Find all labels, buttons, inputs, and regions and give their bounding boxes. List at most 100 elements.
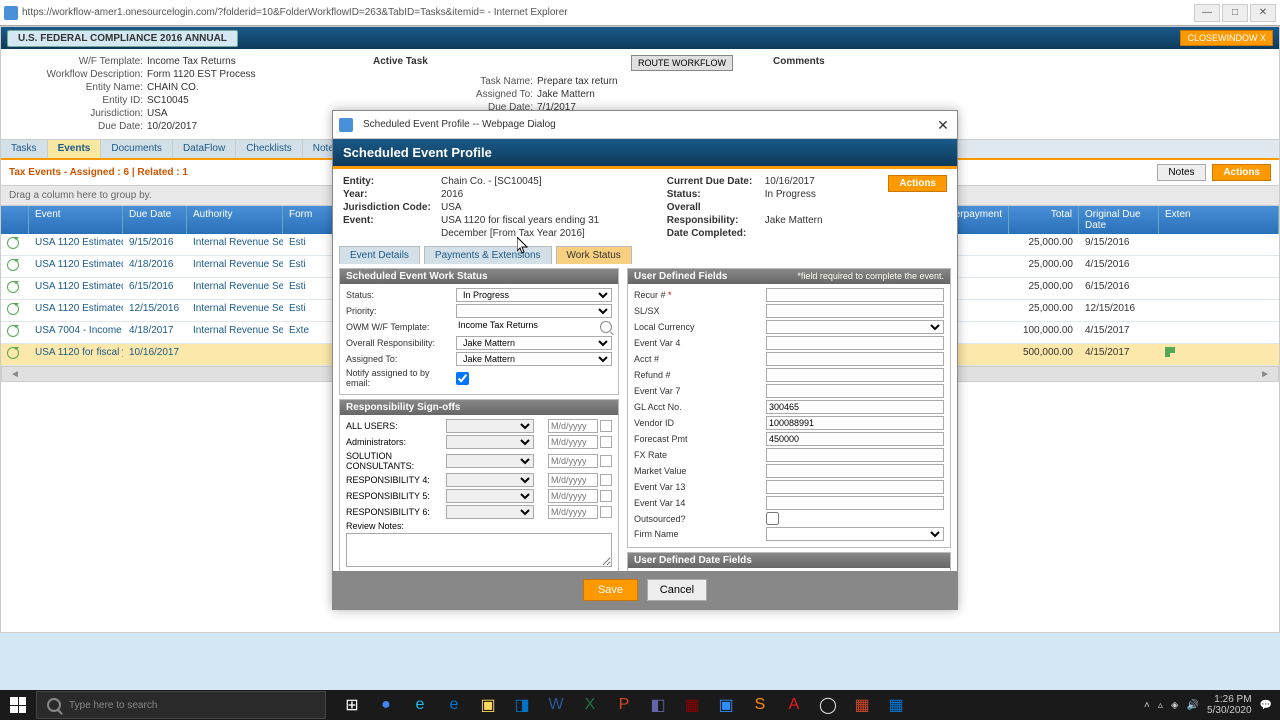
chrome-icon[interactable]: ● xyxy=(370,691,402,719)
tab-tasks[interactable]: Tasks xyxy=(1,140,48,158)
edge-icon[interactable]: e xyxy=(438,691,470,719)
calendar-icon[interactable] xyxy=(600,420,612,432)
save-button[interactable]: Save xyxy=(583,579,638,601)
signoff-date[interactable] xyxy=(548,489,598,503)
udf-input[interactable] xyxy=(766,336,944,350)
signoff-date[interactable] xyxy=(548,473,598,487)
modal-tab-event-details[interactable]: Event Details xyxy=(339,246,420,264)
signoff-date[interactable] xyxy=(548,435,598,449)
signoff-select[interactable] xyxy=(446,489,534,503)
modal-tab-work-status[interactable]: Work Status xyxy=(556,246,632,264)
tab-events[interactable]: Events xyxy=(48,140,102,158)
signoff-select[interactable] xyxy=(446,505,534,519)
start-button[interactable] xyxy=(0,690,36,720)
responsibility-select[interactable]: Jake Mattern xyxy=(456,336,612,350)
udf-input[interactable] xyxy=(766,448,944,462)
udf-input[interactable] xyxy=(766,288,944,302)
calc-icon[interactable]: ▦ xyxy=(880,691,912,719)
tab-dataflow[interactable]: DataFlow xyxy=(173,140,236,158)
signoff-date[interactable] xyxy=(548,419,598,433)
tab-documents[interactable]: Documents xyxy=(101,140,173,158)
udf-input[interactable] xyxy=(766,496,944,510)
status-select[interactable]: In Progress xyxy=(456,288,612,302)
taskbar-search[interactable]: Type here to search xyxy=(36,691,326,719)
task-view-icon[interactable]: ⊞ xyxy=(336,691,368,719)
app2-icon[interactable]: S xyxy=(744,691,776,719)
explorer-icon[interactable]: ▣ xyxy=(472,691,504,719)
word-icon[interactable]: W xyxy=(540,691,572,719)
signoff-date[interactable] xyxy=(548,505,598,519)
excel-icon[interactable]: X xyxy=(574,691,606,719)
signoff-select[interactable] xyxy=(446,454,534,468)
browser-titlebar: https://workflow-amer1.onesourcelogin.co… xyxy=(0,0,1280,26)
signoff-select[interactable] xyxy=(446,473,534,487)
events-summary: Tax Events - Assigned : 6 | Related : 1 xyxy=(9,167,188,178)
app4-icon[interactable]: ▦ xyxy=(846,691,878,719)
ie-icon[interactable]: e xyxy=(404,691,436,719)
udd-header: User Defined Date Fields xyxy=(628,553,950,568)
signoff-select[interactable] xyxy=(446,419,534,433)
search-icon[interactable] xyxy=(600,321,612,333)
minimize-button[interactable]: — xyxy=(1194,4,1220,22)
app3-icon[interactable]: ◯ xyxy=(812,691,844,719)
teams-icon[interactable]: ◧ xyxy=(642,691,674,719)
refresh-icon[interactable] xyxy=(7,325,19,337)
refresh-icon[interactable] xyxy=(7,237,19,249)
review-notes[interactable] xyxy=(346,533,612,567)
notify-checkbox[interactable] xyxy=(456,372,469,385)
dialog-info-right: Current Due Date:10/16/2017 Status:In Pr… xyxy=(667,175,823,240)
dialog-close-button[interactable]: ✕ xyxy=(935,117,951,133)
udf-checkbox[interactable] xyxy=(766,512,779,525)
notification-icon[interactable]: 💬 xyxy=(1260,700,1272,711)
signoff-select[interactable] xyxy=(446,435,534,449)
tray-volume-icon[interactable]: 🔊 xyxy=(1187,700,1199,711)
dialog-actions-button[interactable]: Actions xyxy=(888,175,947,192)
calendar-icon[interactable] xyxy=(600,436,612,448)
app-icon[interactable]: ▦ xyxy=(676,691,708,719)
work-status-header: Scheduled Event Work Status xyxy=(340,269,618,284)
calendar-icon[interactable] xyxy=(600,474,612,486)
tab-checklists[interactable]: Checklists xyxy=(236,140,303,158)
powerpoint-icon[interactable]: P xyxy=(608,691,640,719)
udf-select[interactable] xyxy=(766,527,944,541)
refresh-icon[interactable] xyxy=(7,347,19,359)
refresh-icon[interactable] xyxy=(7,303,19,315)
signoff-date[interactable] xyxy=(548,454,598,468)
udf-input[interactable] xyxy=(766,432,944,446)
taskbar-clock[interactable]: 1:26 PM5/30/2020 xyxy=(1207,694,1252,716)
calendar-icon[interactable] xyxy=(600,490,612,502)
tray-wifi-icon[interactable]: ◈ xyxy=(1171,700,1179,711)
calendar-icon[interactable] xyxy=(600,455,612,467)
refresh-icon[interactable] xyxy=(7,259,19,271)
udf-select[interactable] xyxy=(766,320,944,334)
udf-input[interactable] xyxy=(766,384,944,398)
owm-template: Income Tax Returns xyxy=(456,320,598,334)
calendar-icon[interactable] xyxy=(600,506,612,518)
udf-input[interactable] xyxy=(766,352,944,366)
pdf-icon[interactable]: A xyxy=(778,691,810,719)
refresh-icon[interactable] xyxy=(7,281,19,293)
ie-icon xyxy=(4,6,18,20)
tray-chevron-icon[interactable]: ˄ xyxy=(1144,700,1150,711)
udf-input[interactable] xyxy=(766,416,944,430)
priority-select[interactable] xyxy=(456,304,612,318)
outlook-icon[interactable]: ◨ xyxy=(506,691,538,719)
cancel-button[interactable]: Cancel xyxy=(647,579,707,601)
close-button[interactable]: ✕ xyxy=(1250,4,1276,22)
udf-input[interactable] xyxy=(766,304,944,318)
assigned-to-select[interactable]: Jake Mattern xyxy=(456,352,612,366)
notes-button[interactable]: Notes xyxy=(1157,164,1205,181)
udf-input[interactable] xyxy=(766,368,944,382)
udf-header: User Defined Fields*field required to co… xyxy=(628,269,950,284)
tray-network-icon[interactable]: ▵ xyxy=(1158,700,1163,711)
actions-button[interactable]: Actions xyxy=(1212,164,1271,181)
route-workflow-button[interactable]: ROUTE WORKFLOW xyxy=(631,55,733,71)
udf-input[interactable] xyxy=(766,480,944,494)
close-window-button[interactable]: CLOSEWINDOW X xyxy=(1180,30,1273,46)
udf-input[interactable] xyxy=(766,400,944,414)
windows-taskbar: Type here to search ⊞ ● e e ▣ ◨ W X P ◧ … xyxy=(0,690,1280,720)
modal-tab-payments-&-extensions[interactable]: Payments & Extensions xyxy=(424,246,552,264)
udf-input[interactable] xyxy=(766,464,944,478)
zoom-icon[interactable]: ▣ xyxy=(710,691,742,719)
maximize-button[interactable]: □ xyxy=(1222,4,1248,22)
